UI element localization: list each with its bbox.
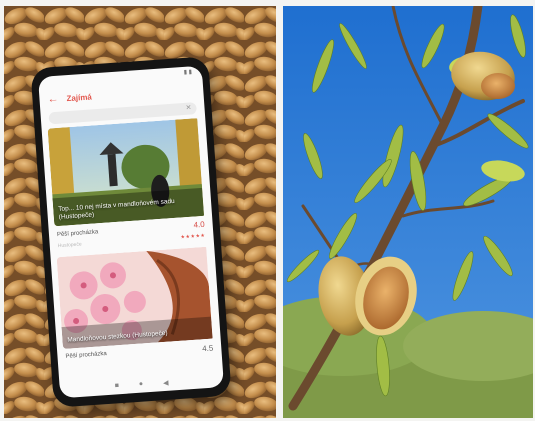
card-1-location: Hustopeče (57, 241, 82, 250)
system-nav-bar: ■ ● ◀ (60, 375, 224, 394)
nav-square-icon[interactable]: ■ (115, 382, 120, 390)
almond-branch-scene (283, 6, 533, 418)
smartphone: ▮ ▮ ← Zajímá ✕ Top... 10 nej místa v man… (30, 56, 232, 408)
card-2-category: Pěší procházka (65, 350, 108, 360)
back-arrow-icon[interactable]: ← (47, 92, 59, 105)
card-1-category: Pěší procházka (56, 228, 99, 238)
card-1-rating: 4.0 (193, 219, 205, 230)
phone-screen: ▮ ▮ ← Zajímá ✕ Top... 10 nej místa v man… (37, 65, 225, 399)
nav-back-icon[interactable]: ◀ (163, 379, 169, 387)
app-title: Zajímá (66, 91, 93, 103)
card-2-rating: 4.5 (201, 343, 214, 354)
card-1-stars: ★★★★★ (180, 232, 206, 241)
almond-tree-photo (283, 6, 533, 418)
close-icon[interactable]: ✕ (185, 103, 191, 111)
trip-card-2[interactable]: Mandloňovou stezkou (Hustopeče) (56, 246, 215, 350)
trip-card-1[interactable]: Top... 10 nej místa v mandloňovém sadu (… (47, 118, 206, 227)
nav-home-icon[interactable]: ● (139, 381, 144, 389)
almond-phone-photo: ▮ ▮ ← Zajímá ✕ Top... 10 nej místa v man… (4, 6, 276, 418)
